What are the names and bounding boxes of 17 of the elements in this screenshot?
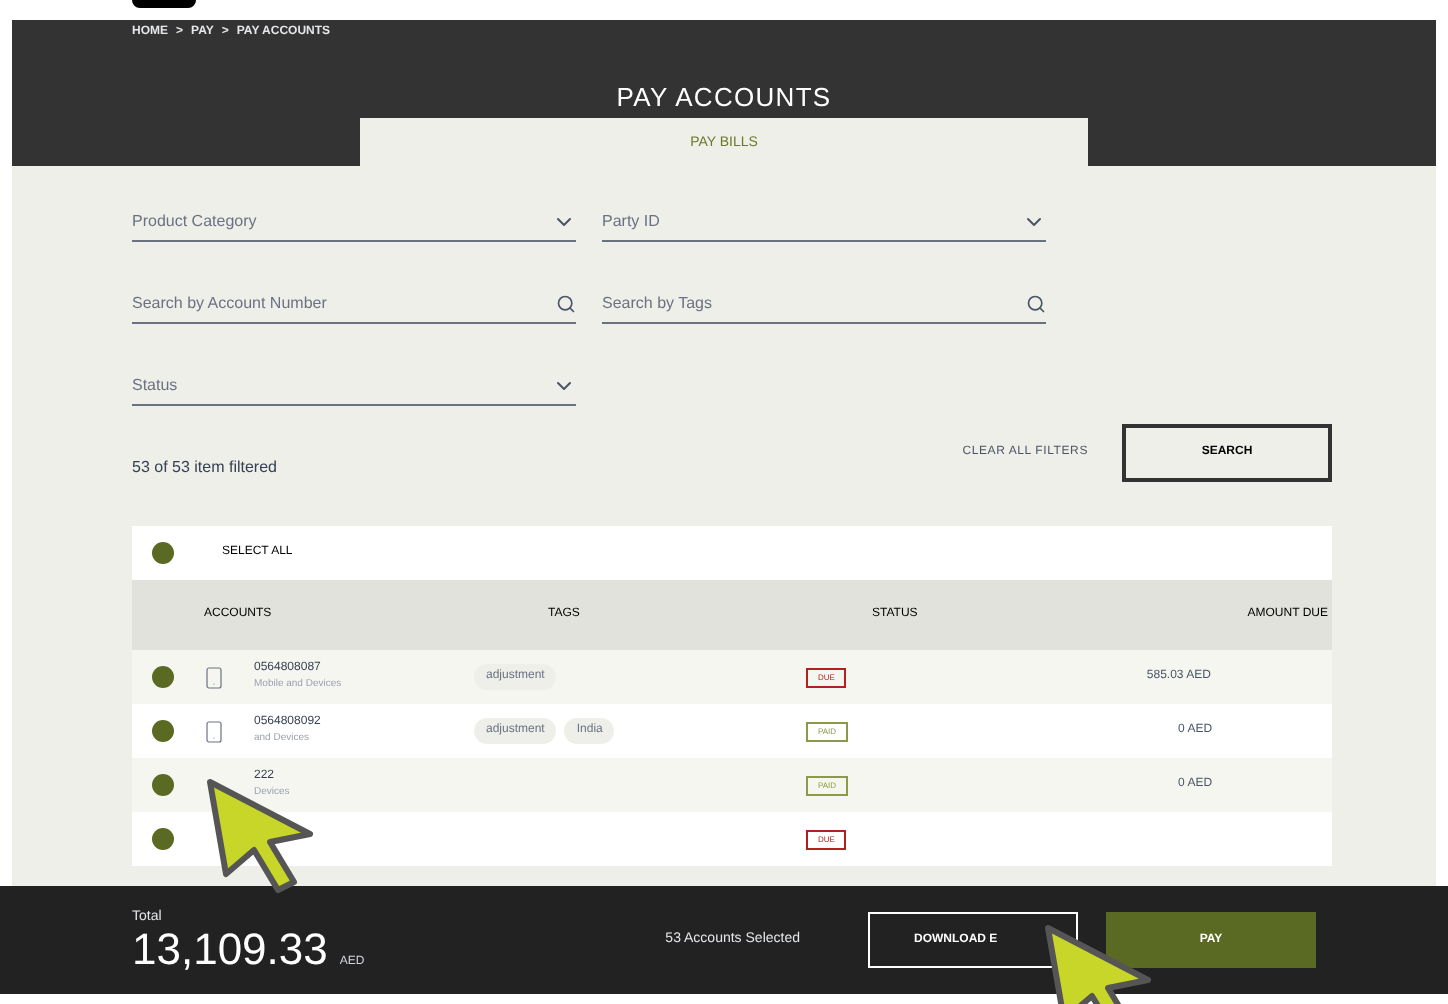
checkbox[interactable] xyxy=(152,720,174,742)
result-count: 53 of 53 item filtered xyxy=(132,456,277,480)
search-icon xyxy=(1026,293,1046,313)
total-amount: 13,109.33 xyxy=(132,928,328,973)
search-field[interactable]: Search by Account Number xyxy=(132,284,576,324)
page-title: PAY ACCOUNTS xyxy=(614,80,834,116)
dropdown-field[interactable]: Party ID xyxy=(602,202,1046,242)
dropdown-field[interactable]: Product Category xyxy=(132,202,576,242)
search-field[interactable]: Search by Tags xyxy=(602,284,1046,324)
search-icon xyxy=(556,293,576,313)
phone-icon xyxy=(202,719,226,743)
checkbox[interactable] xyxy=(152,774,174,796)
phone-icon xyxy=(202,665,226,689)
checkbox[interactable] xyxy=(152,542,174,564)
checkbox[interactable] xyxy=(152,666,174,688)
checkbox[interactable] xyxy=(152,828,174,850)
dropdown-field[interactable]: Status xyxy=(132,366,576,406)
